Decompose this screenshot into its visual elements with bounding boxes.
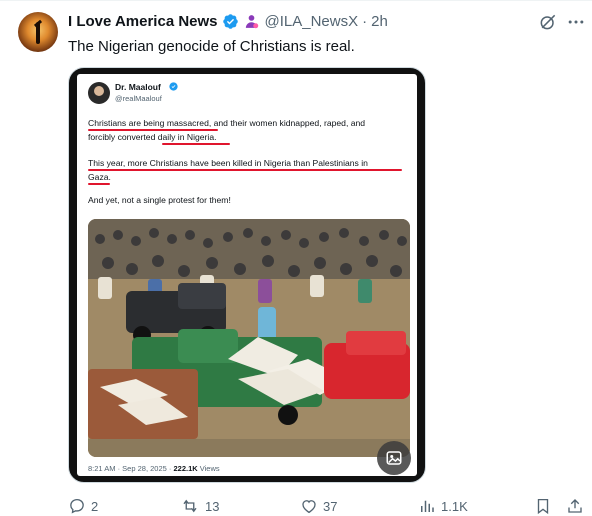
red-underline <box>162 143 230 146</box>
quoted-text-line-2: forcibly converted daily in Nigeria. <box>88 132 217 142</box>
quoted-timestamp: 8:21 AM · Sep 28, 2025 · 222.1K Views <box>88 464 220 473</box>
post-text: The Nigerian genocide of Christians is r… <box>68 38 355 55</box>
quoted-photo <box>88 219 410 457</box>
post-media[interactable]: Dr. Maalouf @realMaalouf Christians are … <box>68 67 426 483</box>
share-button[interactable] <box>566 497 584 515</box>
affiliate-icon <box>245 14 258 28</box>
like-count: 37 <box>323 498 338 514</box>
quoted-author-name: Dr. Maalouf <box>115 82 161 92</box>
repost-count: 13 <box>205 498 220 514</box>
post-header: I Love America News @ILA_NewsX · 2h <box>68 11 388 31</box>
author-name[interactable]: I Love America News <box>68 13 218 30</box>
quoted-text-line-3: This year, more Christians have been kil… <box>88 158 368 168</box>
tweet-post[interactable]: I Love America News @ILA_NewsX · 2h The … <box>0 0 592 516</box>
views-count: 1.1K <box>441 498 468 514</box>
more-icon[interactable] <box>566 12 586 32</box>
quoted-text-line-5: And yet, not a single protest for them! <box>88 195 231 205</box>
quoted-text-line-1: Christians are being massacred, and thei… <box>88 118 366 128</box>
like-button[interactable]: 37 <box>300 497 337 515</box>
bookmark-icon <box>537 498 549 515</box>
like-icon <box>302 500 316 514</box>
crowd-scene-image <box>88 219 410 457</box>
quoted-screenshot: Dr. Maalouf @realMaalouf Christians are … <box>77 74 417 476</box>
author-handle[interactable]: @ILA_NewsX <box>265 13 359 30</box>
reply-count: 2 <box>91 498 99 514</box>
verified-badge-icon <box>222 13 238 29</box>
red-underline <box>88 169 402 172</box>
alt-text-button[interactable] <box>377 441 411 475</box>
repost-icon <box>183 499 197 513</box>
quoted-verified-icon <box>169 82 178 91</box>
header-separator: · <box>362 12 368 30</box>
share-icon <box>568 499 582 513</box>
repost-button[interactable]: 13 <box>180 497 219 515</box>
reply-button[interactable]: 2 <box>68 497 98 515</box>
grok-icon[interactable] <box>538 12 558 32</box>
red-underline <box>88 183 110 186</box>
reply-icon <box>70 498 84 514</box>
views-button[interactable]: 1.1K <box>418 497 468 515</box>
post-time[interactable]: 2h <box>371 13 388 30</box>
author-avatar[interactable] <box>18 12 58 52</box>
bookmark-button[interactable] <box>534 497 552 515</box>
quoted-text-line-4: Gaza. <box>88 172 111 182</box>
quoted-avatar <box>88 82 110 104</box>
alt-text-icon <box>386 451 402 465</box>
views-icon <box>421 500 434 512</box>
quoted-handle: @realMaalouf <box>115 94 162 103</box>
action-bar: 2 13 37 1.1K <box>68 497 586 516</box>
